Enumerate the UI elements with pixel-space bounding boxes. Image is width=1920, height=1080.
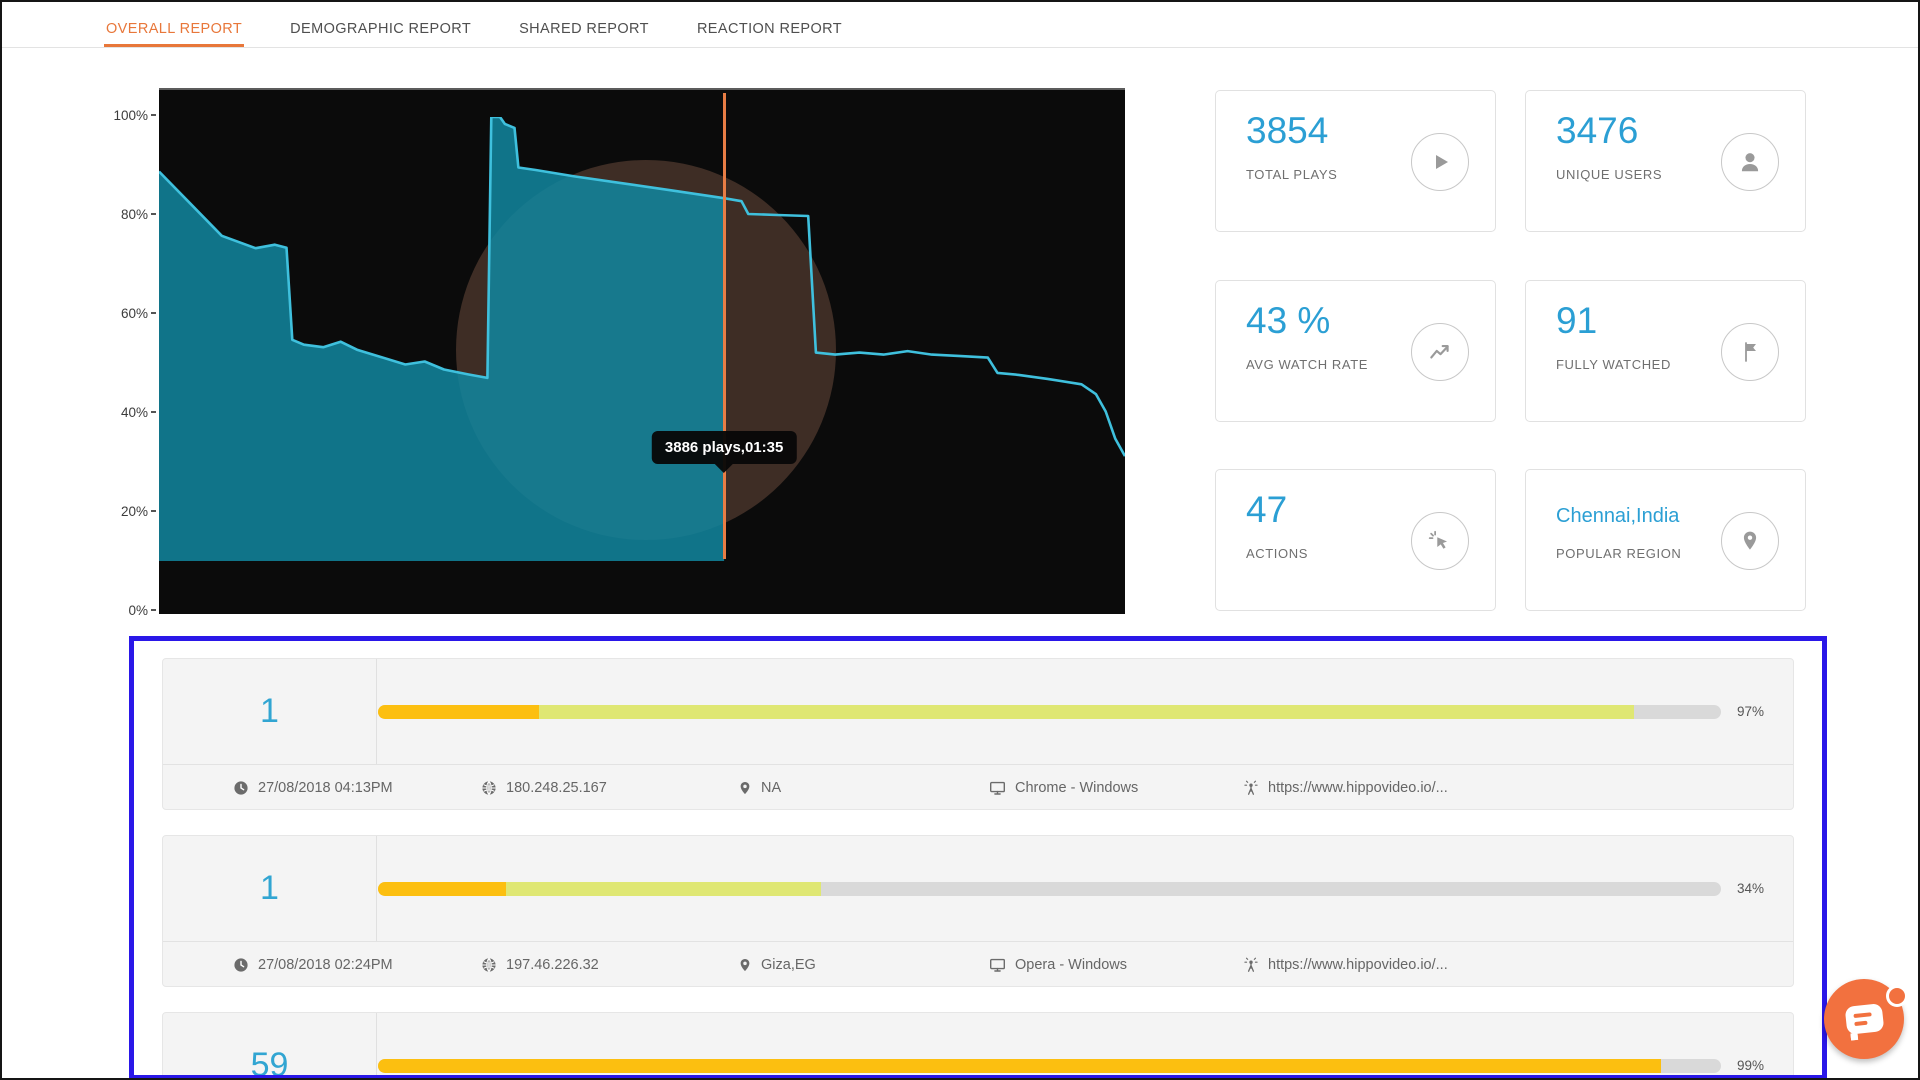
session-meta: 27/08/2018 04:13PM 180.248.25.167 NA Chr… [163,764,1793,810]
watch-progress-green-segment [539,705,1634,719]
play-count: 1 [163,659,377,764]
stat-card-actions: 47 ACTIONS [1215,469,1496,611]
watch-progress-track [378,705,1721,719]
session-row-top: 1 97% [163,659,1793,764]
stat-card-popular-region: Chennai,India POPULAR REGION [1525,469,1806,611]
engagement-area-chart[interactable] [159,117,1125,612]
stat-card-unique-users: 3476 UNIQUE USERS [1525,90,1806,232]
stat-label: POPULAR REGION [1556,546,1681,561]
video-player[interactable]: 3886 plays,01:35 0:00 / 2:57 [159,88,1125,614]
user-icon [1721,133,1779,191]
session-row-top: 59 99% [163,1013,1793,1080]
engagement-y-axis: 100% 80% 60% 40% 20% 0% [86,88,156,614]
stat-value: Chennai,India [1556,502,1679,530]
tab-overall-report[interactable]: OVERALL REPORT [104,21,244,47]
watch-progress-track [378,1059,1721,1073]
sessions-panel: 1 97% 27/08/2018 04:13PM 180.248.25.167 [129,636,1827,1080]
cursor-click-icon [1411,512,1469,570]
session-meta: 27/08/2018 02:24PM 197.46.226.32 Giza,EG… [163,941,1793,987]
watch-progress: 99% [377,1058,1793,1073]
tab-demographic-report[interactable]: DEMOGRAPHIC REPORT [288,21,473,47]
stat-card-fully-watched: 91 FULLY WATCHED [1525,280,1806,422]
watch-progress-orange-segment [378,882,506,896]
watch-progress-orange-segment [378,705,539,719]
axis-tick [151,411,156,413]
y-axis-label: 20% [121,503,156,519]
stat-label: ACTIONS [1246,546,1308,561]
session-timestamp: 27/08/2018 02:24PM [233,957,481,973]
watch-progress: 34% [377,881,1793,896]
clock-icon [233,780,249,796]
axis-tick [151,510,156,512]
tab-shared-report[interactable]: SHARED REPORT [517,21,651,47]
chart-fill-area [159,117,724,561]
broadcast-tower-icon [1243,780,1259,796]
watched-percent: 34% [1737,881,1781,896]
stat-card-total-plays: 3854 TOTAL PLAYS [1215,90,1496,232]
watch-progress-green-segment [506,882,822,896]
session-browser: Chrome - Windows [989,780,1243,796]
axis-tick [151,114,156,116]
chart-tooltip: 3886 plays,01:35 [652,431,796,464]
stat-label: UNIQUE USERS [1556,167,1662,182]
session-row[interactable]: 1 97% 27/08/2018 04:13PM 180.248.25.167 [162,658,1794,810]
analytics-page: OVERALL REPORT DEMOGRAPHIC REPORT SHARED… [0,0,1920,1080]
chat-notification-dot [1886,985,1908,1007]
axis-tick [151,312,156,314]
watched-percent: 97% [1737,704,1781,719]
axis-tick [151,609,156,611]
globe-icon [481,780,497,796]
stat-label: AVG WATCH RATE [1246,357,1368,372]
stat-label: TOTAL PLAYS [1246,167,1337,182]
flag-icon [1721,323,1779,381]
report-tab-bar: OVERALL REPORT DEMOGRAPHIC REPORT SHARED… [2,2,1918,48]
y-axis-label: 60% [121,305,156,321]
monitor-icon [989,957,1006,973]
stat-card-avg-watch-rate: 43 % AVG WATCH RATE [1215,280,1496,422]
y-axis-label: 80% [121,206,156,222]
session-ip: 197.46.226.32 [481,957,738,973]
stat-value: 91 [1556,299,1597,343]
monitor-icon [989,780,1006,796]
chat-launcher-button[interactable] [1824,977,1914,1067]
stat-label: FULLY WATCHED [1556,357,1671,372]
session-row[interactable]: 59 99% [162,1012,1794,1080]
y-axis-label: 0% [128,602,156,618]
map-pin-icon [738,957,752,973]
session-location: Giza,EG [738,957,989,973]
play-count: 59 [163,1013,377,1080]
stat-value: 3854 [1246,109,1328,153]
stat-value: 47 [1246,488,1287,532]
map-pin-icon [1721,512,1779,570]
session-url-link[interactable]: https://www.hippovideo.io/... [1268,957,1448,973]
session-url-link[interactable]: https://www.hippovideo.io/... [1268,780,1448,796]
clock-icon [233,957,249,973]
y-axis-label: 100% [113,107,156,123]
y-axis-label: 40% [121,404,156,420]
globe-icon [481,957,497,973]
session-row-top: 1 34% [163,836,1793,941]
chat-bubble-glyph [1845,1003,1885,1035]
playhead-marker[interactable] [723,93,726,559]
map-pin-icon [738,780,752,796]
session-location: NA [738,780,989,796]
session-row[interactable]: 1 34% 27/08/2018 02:24PM 197.46.226.32 [162,835,1794,987]
session-browser: Opera - Windows [989,957,1243,973]
tab-reaction-report[interactable]: REACTION REPORT [695,21,844,47]
watched-percent: 99% [1737,1058,1781,1073]
session-ip: 180.248.25.167 [481,780,738,796]
stat-value: 43 % [1246,299,1330,343]
session-timestamp: 27/08/2018 04:13PM [233,780,481,796]
watch-progress-track [378,882,1721,896]
watch-progress-orange-segment [378,1059,1661,1073]
broadcast-tower-icon [1243,957,1259,973]
play-count: 1 [163,836,377,941]
session-source-url: https://www.hippovideo.io/... [1243,780,1448,796]
session-source-url: https://www.hippovideo.io/... [1243,957,1448,973]
axis-tick [151,213,156,215]
watch-progress: 97% [377,704,1793,719]
play-icon [1411,133,1469,191]
stat-value: 3476 [1556,109,1638,153]
trend-up-icon [1411,323,1469,381]
